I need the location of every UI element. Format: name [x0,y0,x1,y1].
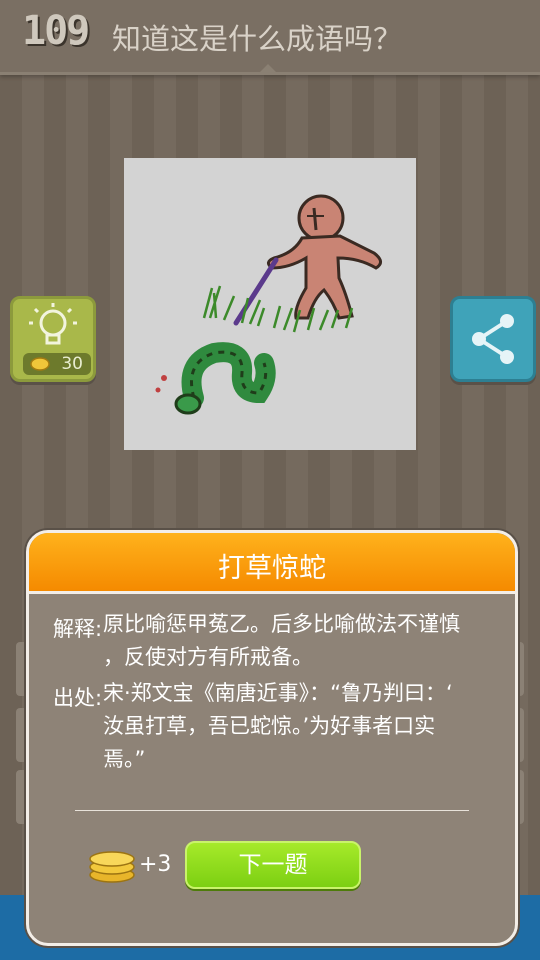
explanation-label: 解释: [53,617,103,641]
level-number: 109 [22,8,90,54]
source-line-2: 汝虽打草，吾已蛇惊。’为好事者口实 [103,714,436,738]
coins-icon [89,851,135,883]
puzzle-image [124,158,416,450]
question-text: 知道这是什么成语吗？ [112,22,403,56]
hint-button[interactable]: 30 [10,296,96,382]
share-button[interactable] [450,296,536,382]
source-label: 出处: [53,686,103,710]
hint-cost: 30 [61,354,83,374]
topbar-notch [258,64,278,74]
coin-icon [30,357,50,371]
share-icon [472,314,514,364]
dialog-header: 打草惊蛇 [29,533,515,594]
dialog-divider [75,810,469,811]
lightbulb-icon [29,303,77,345]
snake [174,342,276,415]
source-line-3: 焉。” [103,747,146,771]
reward-amount: +3 [139,852,172,877]
hint-cost-badge: 30 [23,353,91,375]
person-figure [267,194,382,320]
explanation-line-1: 原比喻惩甲菟乙。后多比喻做法不谨慎 [103,612,460,636]
next-question-button[interactable]: 下一题 [185,841,361,889]
idiom-title: 打草惊蛇 [218,553,326,584]
answer-dialog: 打草惊蛇 解释: 原比喻惩甲菟乙。后多比喻做法不谨慎 ，反使对方有所戒备。 出处… [26,530,518,946]
source-line-1: 宋·郑文宝《南唐近事》：“鲁乃判曰：‘ [103,681,453,705]
explanation-line-2: ，反使对方有所戒备。 [103,645,313,669]
stick [233,257,279,326]
